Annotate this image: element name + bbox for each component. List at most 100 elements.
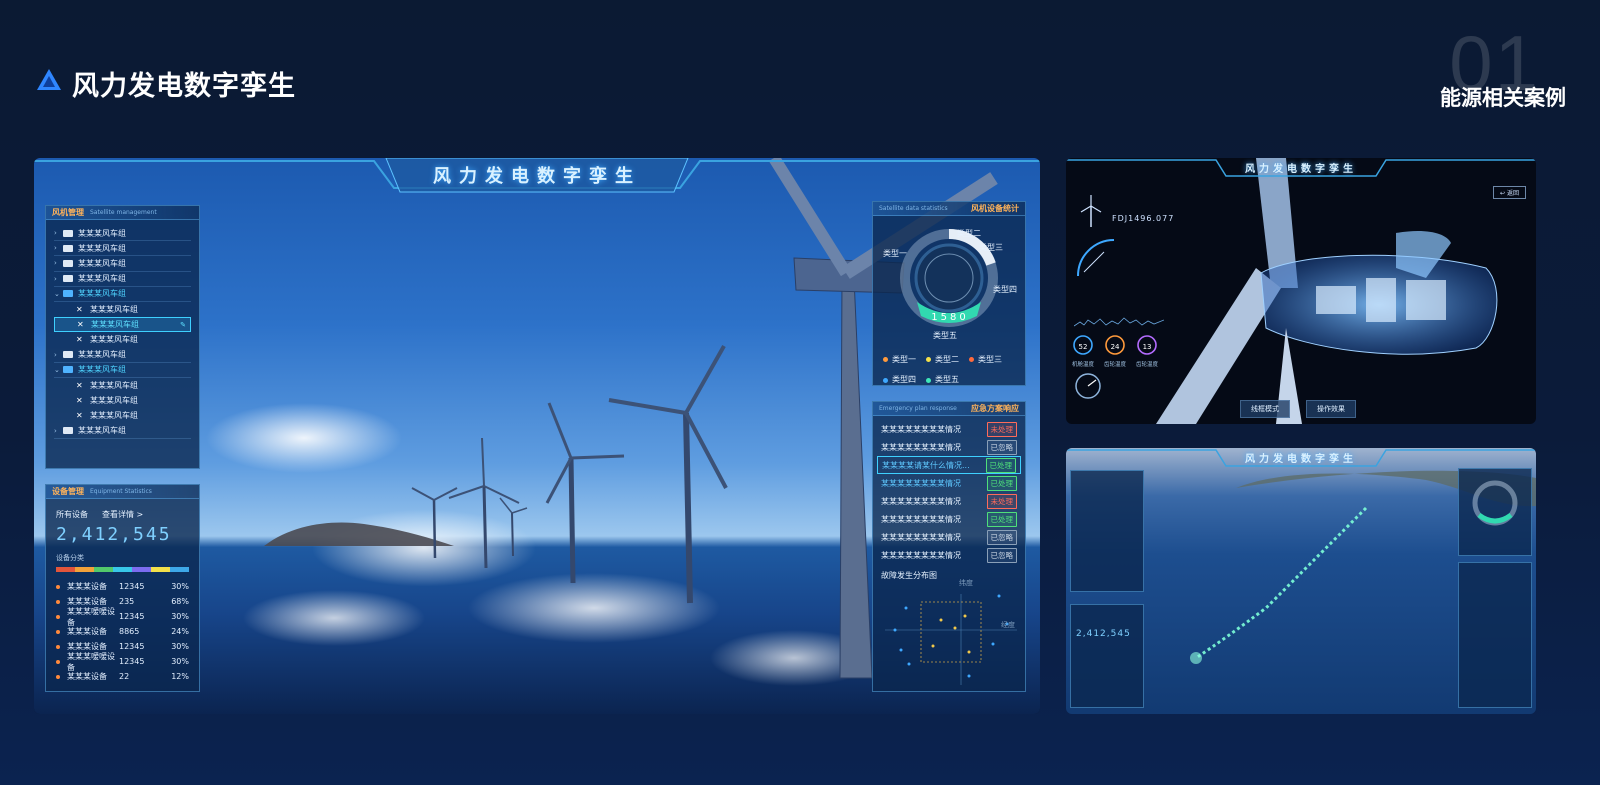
table-row: 某某某嗳嗳设备 12345 30% — [46, 652, 199, 672]
mini-equipment-panel: 2,412,545 — [1070, 604, 1144, 708]
tree-item-label: 某某某风车组 — [78, 426, 126, 436]
wireframe-mode-button[interactable]: 线框模式 — [1240, 400, 1290, 418]
tree-item[interactable]: ✕ 某某某风车组 — [54, 378, 191, 393]
incident-text: 某某某某某某某某情况 — [881, 424, 961, 434]
chevron-right-icon[interactable]: › — [54, 244, 63, 252]
incident-text: 某某某某某某某某情况 — [881, 532, 961, 542]
status-badge: 已处理 — [985, 457, 1016, 473]
temperature-gauge: 13 齿轮温度 — [1136, 334, 1158, 368]
tree-item[interactable]: › 某某某风车组 — [54, 348, 191, 363]
list-item[interactable]: 某某某某某某某某情况 已处理 — [873, 474, 1025, 492]
detail-screen-title: 风力发电数字孪生 — [1245, 164, 1357, 175]
chevron-right-icon[interactable]: › — [54, 275, 63, 283]
tree-item[interactable]: ✕ 某某某风车组 — [54, 393, 191, 408]
status-badge: 已忽略 — [986, 547, 1017, 563]
tree-item[interactable]: › 某某某风车组 — [54, 241, 191, 257]
device-code: FDJ1496.077 — [1112, 214, 1175, 223]
device-percent: 30% — [171, 642, 189, 651]
ocean-screen-title: 风力发电数字孪生 — [1245, 454, 1357, 465]
tree-item[interactable]: ✕ 某某某风车组 — [54, 332, 191, 347]
tree-item[interactable]: ⌄ 某某某风车组 — [54, 287, 191, 302]
edit-icon[interactable]: ✎ — [180, 321, 186, 329]
list-item[interactable]: 某某某某某某某某情况 未处理 — [873, 420, 1025, 438]
status-badge: 未处理 — [986, 421, 1017, 437]
tree-item[interactable]: › 某某某风车组 — [54, 272, 191, 287]
turbine-stats-panel: Satellite data statistics 风机设备统计 1580 类型… — [872, 201, 1026, 386]
panel-subtitle: Emergency plan response — [879, 405, 957, 412]
list-item[interactable]: 某某某某某某某某情况 未处理 — [873, 492, 1025, 510]
incident-text: 某某某某某某某某情况 — [881, 442, 961, 452]
device-name: 某某某嗳嗳设备 — [67, 651, 115, 672]
brand-logo-icon — [37, 69, 61, 90]
category-color-bar — [56, 567, 189, 572]
legend-label: 类型四 — [892, 375, 916, 384]
axis-latitude-label: 纬度 — [959, 579, 973, 587]
device-name: 某某某嗳嗳设备 — [67, 606, 115, 627]
legend-item: 类型五 — [926, 371, 959, 389]
device-percent: 30% — [171, 612, 189, 621]
ring-center-value: 1580 — [931, 312, 969, 323]
tree-item[interactable]: › 某某某风车组 — [54, 256, 191, 272]
tree-item-label: 某某某风车组 — [90, 411, 138, 421]
tree-item-label: 某某某风车组 — [78, 228, 126, 238]
mini-ring-chart — [1472, 480, 1518, 526]
page-title: 风力发电数字孪生 — [72, 71, 296, 102]
chevron-right-icon[interactable]: › — [54, 229, 63, 237]
status-badge: 已处理 — [986, 511, 1017, 527]
tree-item-label: 某某某风车组 — [78, 289, 126, 299]
tree-item[interactable]: ✕ 某某某风车组 — [54, 408, 191, 423]
tree-item[interactable]: › 某某某风车组 — [54, 226, 191, 242]
tree-item[interactable]: › 某某某风车组 — [54, 423, 191, 439]
device-percent: 12% — [171, 672, 189, 681]
list-item[interactable]: 某某某某某某某某情况 已处理 — [873, 510, 1025, 528]
chevron-down-icon[interactable]: ⌄ — [54, 366, 63, 374]
power-sparkline — [1074, 317, 1164, 327]
legend-dot-icon — [883, 357, 888, 362]
tree-item[interactable]: ✕ 某某某风车组 — [54, 302, 191, 317]
status-badge: 未处理 — [986, 493, 1017, 509]
chevron-right-icon[interactable]: › — [54, 427, 63, 435]
operation-effect-button[interactable]: 操作效果 — [1306, 400, 1356, 418]
list-item[interactable]: 某某某某请某什么情况... 已处理 — [877, 456, 1021, 474]
incident-text: 某某某某某某某某情况 — [881, 478, 961, 488]
panel-subtitle: Equipment Statistics — [90, 488, 152, 495]
fault-distribution-map — [885, 594, 1017, 685]
legend-dot-icon — [926, 377, 931, 383]
ocean-farm-screen: 风力发电数字孪生 2,412,545 — [1066, 448, 1536, 714]
legend-item: 类型三 — [969, 351, 1002, 369]
category-segment — [56, 567, 75, 572]
turbine-icon: ✕ — [76, 411, 83, 421]
ring-label-type2: 类型二 — [957, 229, 981, 238]
category-segment — [151, 567, 170, 572]
list-item[interactable]: 某某某某某某某某情况 已忽略 — [873, 546, 1025, 564]
category-segment — [94, 567, 113, 572]
list-item[interactable]: 某某某某某某某某情况 已忽略 — [873, 438, 1025, 456]
panel-title: 风机管理 — [52, 208, 84, 217]
back-button[interactable]: ↩ 返回 — [1493, 186, 1526, 199]
category-segment — [113, 567, 132, 572]
tree-item[interactable]: ✕ 某某某风车组 ✎ — [54, 317, 191, 333]
turbine-detail-screen: 风力发电数字孪生 ↩ 返回 FDJ1496.077 52 机舱温度 24 齿轮温度 13… — [1066, 158, 1536, 424]
list-item[interactable]: 某某某某某某某某情况 已忽略 — [873, 528, 1025, 546]
ring-label-type4: 类型四 — [993, 285, 1017, 294]
device-percent: 30% — [171, 582, 189, 591]
chevron-right-icon[interactable]: › — [54, 351, 63, 359]
tree-item-label: 某某某风车组 — [90, 380, 138, 390]
folder-icon — [63, 290, 73, 298]
tree-item[interactable]: ⌄ 某某某风车组 — [54, 363, 191, 378]
section-label: 能源相关案例 — [1440, 86, 1566, 110]
status-badge: 已忽略 — [986, 529, 1017, 545]
chevron-down-icon[interactable]: ⌄ — [54, 290, 63, 298]
table-row: 某某某设备 22 12% — [46, 669, 199, 684]
main-screen: 风力发电数字孪生 风机管理 Satellite management › 某某某风… — [34, 158, 1040, 714]
back-icon: ↩ — [1500, 190, 1506, 197]
device-count: 235 — [119, 597, 135, 606]
rotation-gauge — [1075, 373, 1101, 399]
turbine-tree: › 某某某风车组 › 某某某风车组 › 某某某风车组 › 某某某风车组 ⌄ 某某某风车组 ✕ 某某某风… — [46, 220, 199, 439]
chevron-right-icon[interactable]: › — [54, 259, 63, 267]
mini-device-total: 2,412,545 — [1076, 629, 1131, 639]
incident-text: 某某某某请某什么情况... — [882, 460, 970, 470]
back-label: 返回 — [1506, 190, 1519, 197]
bullet-icon — [56, 614, 60, 619]
view-details-link[interactable]: 查看详情 > — [102, 509, 143, 520]
